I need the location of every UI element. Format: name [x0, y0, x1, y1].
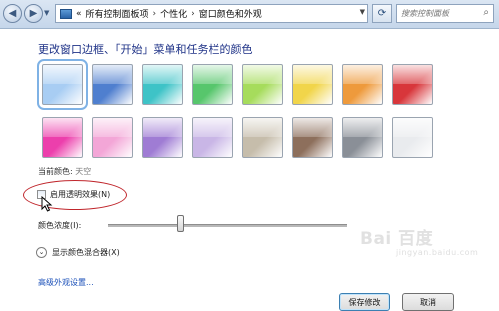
current-color-label: 当前颜色: [38, 167, 73, 176]
advanced-appearance-link[interactable]: 高级外观设置... [38, 277, 94, 288]
color-swatch-twilight[interactable] [92, 64, 133, 105]
search-input[interactable] [397, 5, 479, 21]
red-highlight-circle [23, 180, 127, 210]
color-swatch-violet[interactable] [142, 117, 183, 158]
cancel-button[interactable]: 取消 [402, 293, 454, 311]
color-swatch-slate[interactable] [342, 117, 383, 158]
swatch-gloss [93, 65, 132, 84]
swatch-gloss [43, 65, 82, 84]
color-swatch-taupe[interactable] [242, 117, 283, 158]
color-swatch-sea[interactable] [142, 64, 183, 105]
swatch-gloss [93, 118, 132, 137]
swatch-gloss [393, 118, 432, 137]
search-box[interactable]: ⌕ [396, 4, 494, 23]
swatch-gloss [143, 118, 182, 137]
current-color: 当前颜色: 天空 [38, 166, 91, 177]
breadcrumb-item-personalization[interactable]: 个性化 [160, 7, 187, 20]
swatch-gloss [143, 65, 182, 84]
color-swatch-sky[interactable] [37, 59, 88, 110]
color-mixer-label[interactable]: 显示颜色混合器(X) [52, 247, 120, 258]
search-icon[interactable]: ⌕ [483, 7, 489, 18]
address-bar: ◀ ▶ ▼ « 所有控制面板项 › 个性化 › 窗口颜色和外观 ▼ ⟳ ⌕ [0, 0, 499, 29]
current-color-value: 天空 [75, 167, 92, 176]
recent-pages-chevron-icon[interactable]: ▼ [44, 9, 52, 17]
breadcrumb-overflow[interactable]: « [76, 9, 82, 19]
color-swatch-fuchsia[interactable] [42, 117, 83, 158]
color-swatch-lavender[interactable] [192, 117, 233, 158]
swatch-gloss [193, 118, 232, 137]
refresh-icon[interactable]: ⟳ [372, 4, 392, 23]
breadcrumb-separator-icon[interactable]: › [191, 9, 195, 19]
watermark-text: Bai 百度 [360, 229, 434, 249]
intensity-label: 颜色浓度(I): [38, 221, 82, 230]
swatch-gloss [43, 118, 82, 137]
forward-arrow-icon[interactable]: ▶ [24, 4, 43, 23]
swatch-gloss [293, 65, 332, 84]
intensity-slider-thumb[interactable] [176, 215, 184, 232]
color-swatch-ruby[interactable] [392, 64, 433, 105]
intensity-slider-track[interactable] [108, 224, 347, 227]
chevron-down-icon[interactable]: ⌄ [36, 247, 47, 258]
breadcrumb-item-window-color[interactable]: 窗口颜色和外观 [199, 7, 262, 20]
swatch-gloss [293, 118, 332, 137]
breadcrumb-item-all-control-panel[interactable]: 所有控制面板项 [86, 7, 149, 20]
control-panel-icon [60, 8, 72, 19]
watermark-url: jingyan.baidu.com [396, 248, 479, 257]
page-heading: 更改窗口边框、「开始」菜单和任务栏的颜色 [38, 43, 253, 56]
color-swatch-blush[interactable] [92, 117, 133, 158]
color-swatch-pumpkin[interactable] [292, 64, 333, 105]
back-arrow-icon[interactable]: ◀ [3, 4, 22, 23]
breadcrumb-separator-icon[interactable]: › [153, 9, 157, 19]
color-swatch-lime[interactable] [242, 64, 283, 105]
swatch-gloss [343, 118, 382, 137]
color-swatch-frost[interactable] [392, 117, 433, 158]
mouse-pointer-icon [41, 196, 53, 212]
swatch-gloss [243, 65, 282, 84]
color-swatch-sunset[interactable] [342, 64, 383, 105]
color-swatch-leaf[interactable] [192, 64, 233, 105]
breadcrumb[interactable]: « 所有控制面板项 › 个性化 › 窗口颜色和外观 ▼ [55, 4, 368, 23]
color-mixer-toggle[interactable]: ⌄ 显示颜色混合器(X) [36, 247, 120, 258]
baidu-watermark: Bai 百度 jingyan.baidu.com [350, 220, 490, 280]
swatch-gloss [243, 118, 282, 137]
swatch-gloss [193, 65, 232, 84]
save-changes-button[interactable]: 保存修改 [339, 293, 390, 311]
color-swatch-chocolate[interactable] [292, 117, 333, 158]
swatch-gloss [393, 65, 432, 84]
swatch-gloss [343, 65, 382, 84]
address-dropdown-icon[interactable]: ▼ [360, 8, 365, 16]
